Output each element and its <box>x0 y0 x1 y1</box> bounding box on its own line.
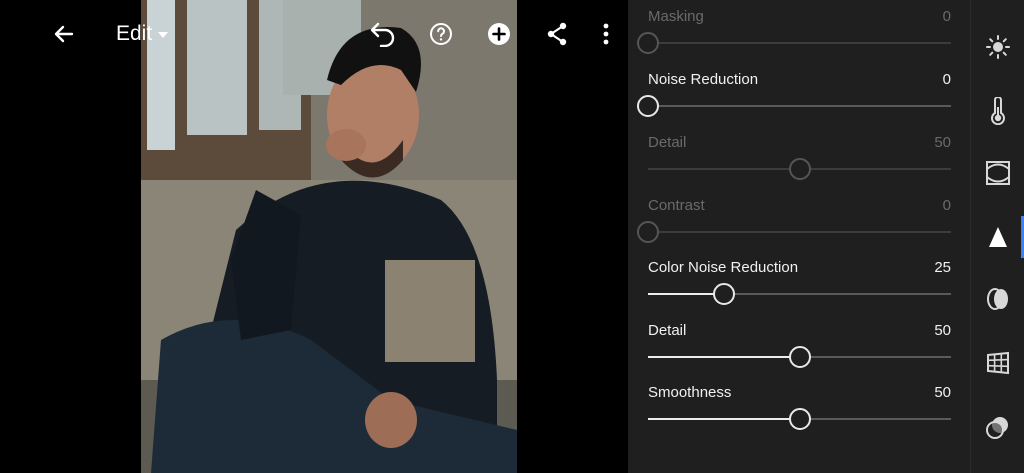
slider-luminance-detail: Detail 50 <box>648 128 951 190</box>
slider-value: 50 <box>934 134 951 151</box>
photo-image <box>141 0 517 473</box>
help-button[interactable] <box>424 16 458 52</box>
slider-masking: Masking 0 <box>637 2 951 64</box>
slider-thumb[interactable] <box>637 95 659 117</box>
optics-icon <box>987 288 1008 310</box>
light-icon <box>986 35 1010 59</box>
detail-icon <box>989 227 1007 247</box>
slider-track <box>648 231 951 233</box>
color-tool-button[interactable] <box>971 86 1024 136</box>
edit-menu[interactable]: Edit <box>116 16 180 52</box>
edit-label: Edit <box>116 22 153 45</box>
slider-value: 0 <box>942 71 951 88</box>
top-toolbar: Edit <box>0 0 628 68</box>
effects-icon <box>986 161 1010 185</box>
edit-tools-rail <box>970 0 1024 473</box>
slider-label: Detail <box>648 322 687 339</box>
effects-tool-button[interactable] <box>971 148 1024 198</box>
slider-label: Noise Reduction <box>648 71 759 88</box>
plus-circle-icon <box>488 23 510 45</box>
slider-label: Contrast <box>648 197 705 214</box>
slider-smoothness[interactable]: Smoothness 50 <box>648 378 951 440</box>
slider-thumb[interactable] <box>788 346 811 368</box>
presets-tool-button[interactable] <box>971 402 1024 452</box>
slider-thumb <box>637 221 659 243</box>
slider-track <box>648 42 951 44</box>
slider-value: 25 <box>934 259 951 276</box>
slider-fill <box>648 168 800 170</box>
more-button[interactable] <box>594 16 618 52</box>
photo-canvas[interactable] <box>141 0 517 473</box>
share-button[interactable] <box>540 16 574 52</box>
slider-value: 50 <box>934 384 951 401</box>
detail-panel: Masking 0 Noise Reduction 0 Detail 50 Co… <box>628 0 970 473</box>
slider-thumb[interactable] <box>712 283 735 305</box>
undo-button[interactable] <box>366 16 400 52</box>
color-temperature-icon <box>991 97 1005 125</box>
slider-noise-reduction[interactable]: Noise Reduction 0 <box>637 65 951 127</box>
geometry-tool-button[interactable] <box>971 338 1024 388</box>
slider-thumb[interactable] <box>788 408 811 430</box>
photo-area[interactable]: Edit <box>0 0 628 473</box>
slider-label: Color Noise Reduction <box>648 259 799 276</box>
slider-value: 50 <box>934 322 951 339</box>
optics-tool-button[interactable] <box>971 274 1024 324</box>
slider-label: Masking <box>648 8 704 25</box>
slider-thumb <box>788 158 811 180</box>
caret-down-icon <box>158 32 169 38</box>
slider-color-noise-reduction[interactable]: Color Noise Reduction 25 <box>648 253 951 315</box>
arrow-left-icon <box>54 25 74 43</box>
slider-thumb <box>637 32 659 54</box>
slider-fill <box>648 356 800 358</box>
more-vertical-icon <box>603 23 609 45</box>
share-icon <box>547 22 567 46</box>
help-circle-icon <box>430 23 452 45</box>
slider-color-detail[interactable]: Detail 50 <box>648 316 951 378</box>
slider-label: Detail <box>648 134 687 151</box>
slider-fill <box>648 418 800 420</box>
slider-value: 0 <box>942 197 951 214</box>
slider-track[interactable] <box>648 105 951 107</box>
back-button[interactable] <box>48 16 80 52</box>
slider-label: Smoothness <box>648 384 732 401</box>
undo-icon <box>370 22 395 47</box>
detail-tool-button[interactable] <box>971 212 1024 262</box>
slider-value: 0 <box>942 8 951 25</box>
geometry-icon <box>987 351 1009 375</box>
slider-contrast: Contrast 0 <box>637 191 951 253</box>
add-button[interactable] <box>482 16 516 52</box>
presets-icon <box>986 417 1008 439</box>
light-tool-button[interactable] <box>971 22 1024 72</box>
